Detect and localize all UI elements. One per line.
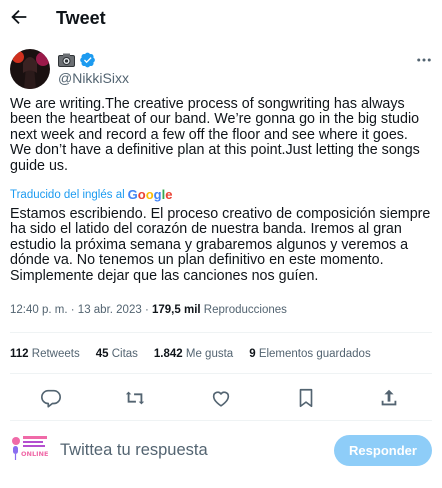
retweets-count: 112 xyxy=(10,348,29,360)
reply-button[interactable]: Responder xyxy=(334,435,432,466)
reply-avatar[interactable]: ONLINE xyxy=(9,434,49,464)
bookmarks-stat[interactable]: 9 Elementos guardados xyxy=(249,348,371,360)
google-logo: Google xyxy=(127,187,173,202)
tweet-text: We are writing.The creative process of s… xyxy=(10,96,420,174)
retweets-stat[interactable]: 112 Retweets xyxy=(10,348,80,360)
bookmarks-label: Elementos guardados xyxy=(258,348,371,360)
action-bar xyxy=(10,387,432,409)
retweet-icon[interactable] xyxy=(124,387,146,409)
divider xyxy=(10,373,432,374)
author: @NikkiSixx xyxy=(10,49,435,91)
translation-label-text: Traducido del inglés al xyxy=(10,188,125,201)
bookmarks-count: 9 xyxy=(249,348,256,360)
more-icon[interactable] xyxy=(415,51,433,69)
reply-input[interactable]: Twittea tu respuesta xyxy=(60,441,208,460)
views-label: Reproducciones xyxy=(203,304,287,316)
likes-stat[interactable]: 1.842 Me gusta xyxy=(154,348,233,360)
quotes-count: 45 xyxy=(95,348,109,360)
meta-separator: · xyxy=(144,304,149,316)
verified-badge-icon xyxy=(80,52,95,68)
retweets-label: Retweets xyxy=(31,348,80,360)
page-title: Tweet xyxy=(56,8,106,28)
likes-label: Me gusta xyxy=(185,348,234,360)
bookmark-icon[interactable] xyxy=(295,387,317,409)
tweet-date[interactable]: 13 abr. 2023 xyxy=(78,304,142,316)
engagement-stats: 112 Retweets 45 Citas 1.842 Me gusta 9 E… xyxy=(10,348,387,360)
tweet-meta: 12:40 p. m. · 13 abr. 2023 · 179,5 mil R… xyxy=(10,304,287,316)
like-icon[interactable] xyxy=(210,387,232,409)
name-row xyxy=(58,51,96,69)
avatar[interactable] xyxy=(10,49,50,89)
likes-count: 1.842 xyxy=(153,348,183,360)
share-icon[interactable] xyxy=(378,387,400,409)
quotes-stat[interactable]: 45 Citas xyxy=(96,348,138,360)
divider xyxy=(10,420,432,421)
translation-label[interactable]: Traducido del inglés al Google xyxy=(10,187,172,202)
back-arrow-icon[interactable] xyxy=(8,6,30,28)
meta-separator: · xyxy=(70,304,75,316)
tweet-time[interactable]: 12:40 p. m. xyxy=(10,304,68,316)
author-handle[interactable]: @NikkiSixx xyxy=(58,70,129,86)
views-count: 179,5 mil xyxy=(152,304,201,316)
header: Tweet xyxy=(0,0,442,37)
camera-icon xyxy=(58,53,75,67)
divider xyxy=(10,332,432,333)
quotes-label: Citas xyxy=(111,348,138,360)
translated-text: Estamos escribiendo. El proceso creativo… xyxy=(10,206,431,284)
reply-icon[interactable] xyxy=(40,387,62,409)
reply-avatar-text: ONLINE xyxy=(21,450,48,458)
